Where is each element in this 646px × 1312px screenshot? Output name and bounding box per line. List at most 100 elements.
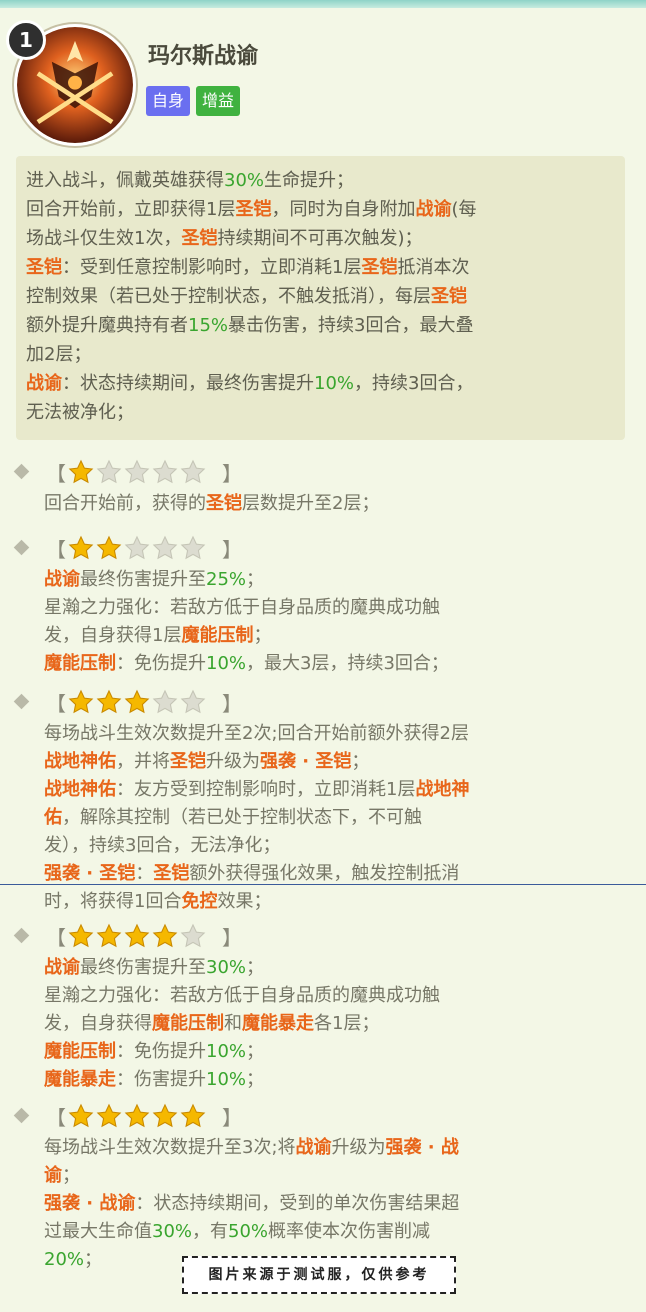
star-tier-4: 【】战谕最终伤害提升至30%； 星瀚之力强化：若敌方低于自身品质的魔典成功触 发，自… xyxy=(12,920,632,1094)
star-filled-icon xyxy=(124,689,150,715)
bracket-open: 【 xyxy=(46,462,66,486)
text-line: 每场战斗生效次数提升至3次;将战谕升级为强袭 · 战 xyxy=(44,1134,632,1162)
text-line: 魔能压制：免伤提升10%； xyxy=(44,1038,632,1066)
keyword-highlight: 强袭 · 战 xyxy=(385,1137,459,1158)
star-tier-5: 【】每场战斗生效次数提升至3次;将战谕升级为强袭 · 战谕； 强袭 · 战谕：状态… xyxy=(12,1100,632,1274)
value-highlight: 30% xyxy=(206,957,247,978)
star-filled-icon xyxy=(180,1103,206,1129)
star-filled-icon xyxy=(96,535,122,561)
value-highlight: 20% xyxy=(44,1249,85,1270)
keyword-highlight: 圣铠 xyxy=(170,751,206,772)
text-segment: 额外获得强化效果，触发控制抵消 xyxy=(189,863,460,884)
star-rating-row: 【】 xyxy=(12,1100,632,1134)
keyword-highlight: 魔能压制 xyxy=(181,625,254,646)
bracket-close: 】 xyxy=(222,692,242,716)
keyword-highlight: 魔能暴走 xyxy=(242,1013,314,1034)
text-line: 战地神佑，并将圣铠升级为强袭 · 圣铠； xyxy=(44,748,632,776)
text-segment: ，有 xyxy=(192,1221,229,1242)
text-segment: 各1层； xyxy=(314,1013,380,1034)
star-empty-icon xyxy=(124,459,150,485)
text-line: 佑，解除其控制（若已处于控制状态下，不可触 xyxy=(44,804,632,832)
text-line: 强袭 · 战谕：状态持续期间，受到的单次伤害结果超 xyxy=(44,1190,632,1218)
keyword-highlight: 圣铠 xyxy=(181,228,218,249)
skill-name: 玛尔斯战谕 xyxy=(148,44,259,69)
text-line: 发，自身获得1层魔能压制； xyxy=(44,622,632,650)
text-segment: ： xyxy=(135,863,154,884)
keyword-highlight: 佑 xyxy=(44,807,62,828)
star-filled-icon xyxy=(68,689,94,715)
keyword-highlight: 战地神 xyxy=(415,779,470,800)
text-line: 回合开始前，获得的圣铠层数提升至2层； xyxy=(44,490,632,518)
tag-self: 自身 xyxy=(146,86,191,116)
star-empty-icon xyxy=(96,459,122,485)
star-filled-icon xyxy=(152,923,178,949)
star-rating xyxy=(68,456,206,488)
text-line: 额外提升魔典持有者15%暴击伤害，持续3回合，最大叠 xyxy=(26,311,615,340)
keyword-highlight: 圣铠 xyxy=(153,863,190,884)
star-filled-icon xyxy=(152,1103,178,1129)
keyword-highlight: 战谕 xyxy=(295,1137,332,1158)
keyword-highlight: 战谕 xyxy=(44,569,80,590)
text-line: 魔能暴走：伤害提升10%； xyxy=(44,1066,632,1094)
text-line: 战地神佑：友方受到控制影响时，立即消耗1层战地神 xyxy=(44,776,632,804)
star-filled-icon xyxy=(96,923,122,949)
keyword-highlight: 魔能压制 xyxy=(44,1041,116,1062)
bullet-diamond-icon xyxy=(13,693,30,710)
text-line: 发），持续3回合，无法净化； xyxy=(44,832,632,860)
text-segment: ； xyxy=(246,569,265,590)
text-segment: 每场战斗生效次数提升至3次;将 xyxy=(44,1137,296,1158)
watermark-note: 图片来源于测试服，仅供参考 xyxy=(182,1256,456,1294)
bracket-open: 【 xyxy=(46,1106,66,1130)
keyword-highlight: 战谕 xyxy=(26,373,62,394)
star-filled-icon xyxy=(124,923,150,949)
text-line: 发，自身获得魔能压制和魔能暴走各1层； xyxy=(44,1010,632,1038)
star-rating-row: 【】 xyxy=(12,686,632,720)
text-segment: ，解除其控制（若已处于控制状态下，不可触 xyxy=(62,807,422,828)
text-line: 星瀚之力强化：若敌方低于自身品质的魔典成功触 xyxy=(44,982,632,1010)
star-filled-icon xyxy=(68,1103,94,1129)
text-segment: 回合开始前，获得的 xyxy=(44,493,206,514)
text-segment: ：受到任意控制影响时，立即消耗1层 xyxy=(62,257,362,278)
star-empty-icon xyxy=(180,535,206,561)
text-segment: ； xyxy=(246,957,265,978)
star-filled-icon xyxy=(96,1103,122,1129)
text-segment: 加2层； xyxy=(26,344,92,365)
text-segment: 回合开始前，立即获得1层 xyxy=(26,199,236,220)
keyword-highlight: 强袭 · 圣铠 xyxy=(44,863,136,884)
star-rating xyxy=(68,920,206,952)
star-rating xyxy=(68,1100,206,1132)
text-segment: 层数提升至2层； xyxy=(242,493,380,514)
text-segment: ； xyxy=(246,1069,265,1090)
keyword-highlight: 战谕 xyxy=(44,957,80,978)
value-highlight: 30% xyxy=(152,1221,193,1242)
text-segment: 概率使本次伤害削减 xyxy=(268,1221,431,1242)
keyword-highlight: 圣铠 xyxy=(26,257,62,278)
text-segment: ； xyxy=(84,1249,103,1270)
divider-line xyxy=(0,884,646,885)
text-segment: 额外提升魔典持有者 xyxy=(26,315,188,336)
star-empty-icon xyxy=(180,923,206,949)
keyword-highlight: 圣铠 xyxy=(431,286,467,307)
keyword-highlight: 免控 xyxy=(181,891,218,912)
value-highlight: 50% xyxy=(228,1221,269,1242)
text-segment: ，最大3层，持续3回合； xyxy=(246,653,449,674)
star-empty-icon xyxy=(152,535,178,561)
text-segment: 暴击伤害，持续3回合，最大叠 xyxy=(228,315,474,336)
text-segment: 和 xyxy=(224,1013,242,1034)
keyword-highlight: 魔能压制 xyxy=(152,1013,224,1034)
bracket-open: 【 xyxy=(46,926,66,950)
text-line: 过最大生命值30%，有50%概率使本次伤害削减 xyxy=(44,1218,632,1246)
text-segment: ； xyxy=(351,751,370,772)
star-empty-icon xyxy=(124,535,150,561)
text-line: 进入战斗，佩戴英雄获得30%生命提升； xyxy=(26,166,615,195)
text-line: 时，将获得1回合免控效果； xyxy=(44,888,632,916)
text-segment: 效果； xyxy=(217,891,272,912)
text-line: 控制效果（若已处于控制状态，不触发抵消），每层圣铠 xyxy=(26,282,615,311)
text-segment: 时，将获得1回合 xyxy=(44,891,182,912)
keyword-highlight: 魔能暴走 xyxy=(44,1069,116,1090)
text-line: 加2层； xyxy=(26,340,615,369)
value-highlight: 10% xyxy=(314,373,355,394)
skill-header: 1 玛尔斯战谕 自身 增益 xyxy=(0,8,646,148)
text-segment: 抵消本次 xyxy=(397,257,470,278)
bracket-open: 【 xyxy=(46,692,66,716)
